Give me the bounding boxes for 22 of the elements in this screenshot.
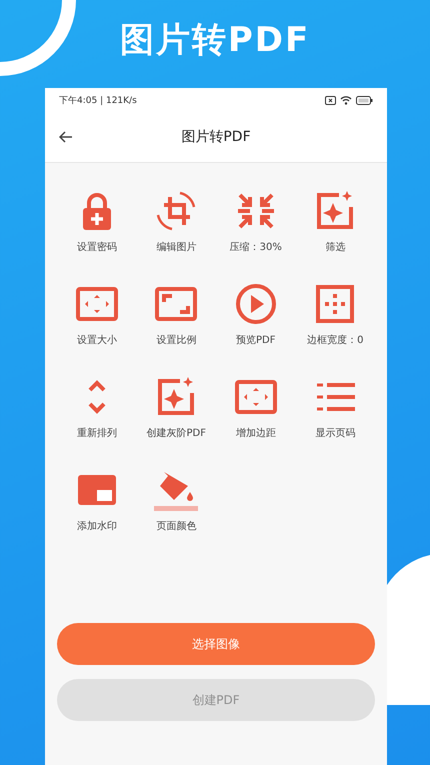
tool-item[interactable]: 预览PDF — [216, 282, 296, 347]
screen-title: 图片转PDF — [181, 128, 251, 146]
wifi-icon — [340, 96, 352, 104]
tool-item[interactable]: 添加水印 — [57, 468, 136, 533]
sim-icon — [325, 96, 336, 104]
tool-item[interactable]: 设置大小 — [57, 282, 136, 347]
tool-item[interactable]: 创建灰阶PDF — [136, 375, 216, 440]
tool-item[interactable]: 设置密码 — [57, 189, 136, 254]
tool-item[interactable]: 压缩：30% — [216, 189, 296, 254]
battery-icon — [356, 96, 373, 104]
tool-item[interactable]: 设置比例 — [136, 282, 216, 347]
back-icon[interactable] — [59, 131, 73, 143]
tool-item[interactable]: 重新排列 — [57, 375, 136, 440]
tool-item[interactable]: 编辑图片 — [136, 189, 216, 254]
tool-item[interactable]: 页面颜色 — [136, 468, 216, 533]
tool-item[interactable]: 增加边距 — [216, 375, 296, 440]
play-icon — [234, 282, 278, 326]
tool-item[interactable]: 筛选 — [296, 189, 375, 254]
status-time: 下午4:05 | 121K/s — [59, 94, 137, 106]
headline: 图片转PDF — [120, 19, 310, 62]
tool-item[interactable]: 显示页码 — [296, 375, 375, 440]
tool-item[interactable]: 边框宽度：0 — [296, 282, 375, 347]
